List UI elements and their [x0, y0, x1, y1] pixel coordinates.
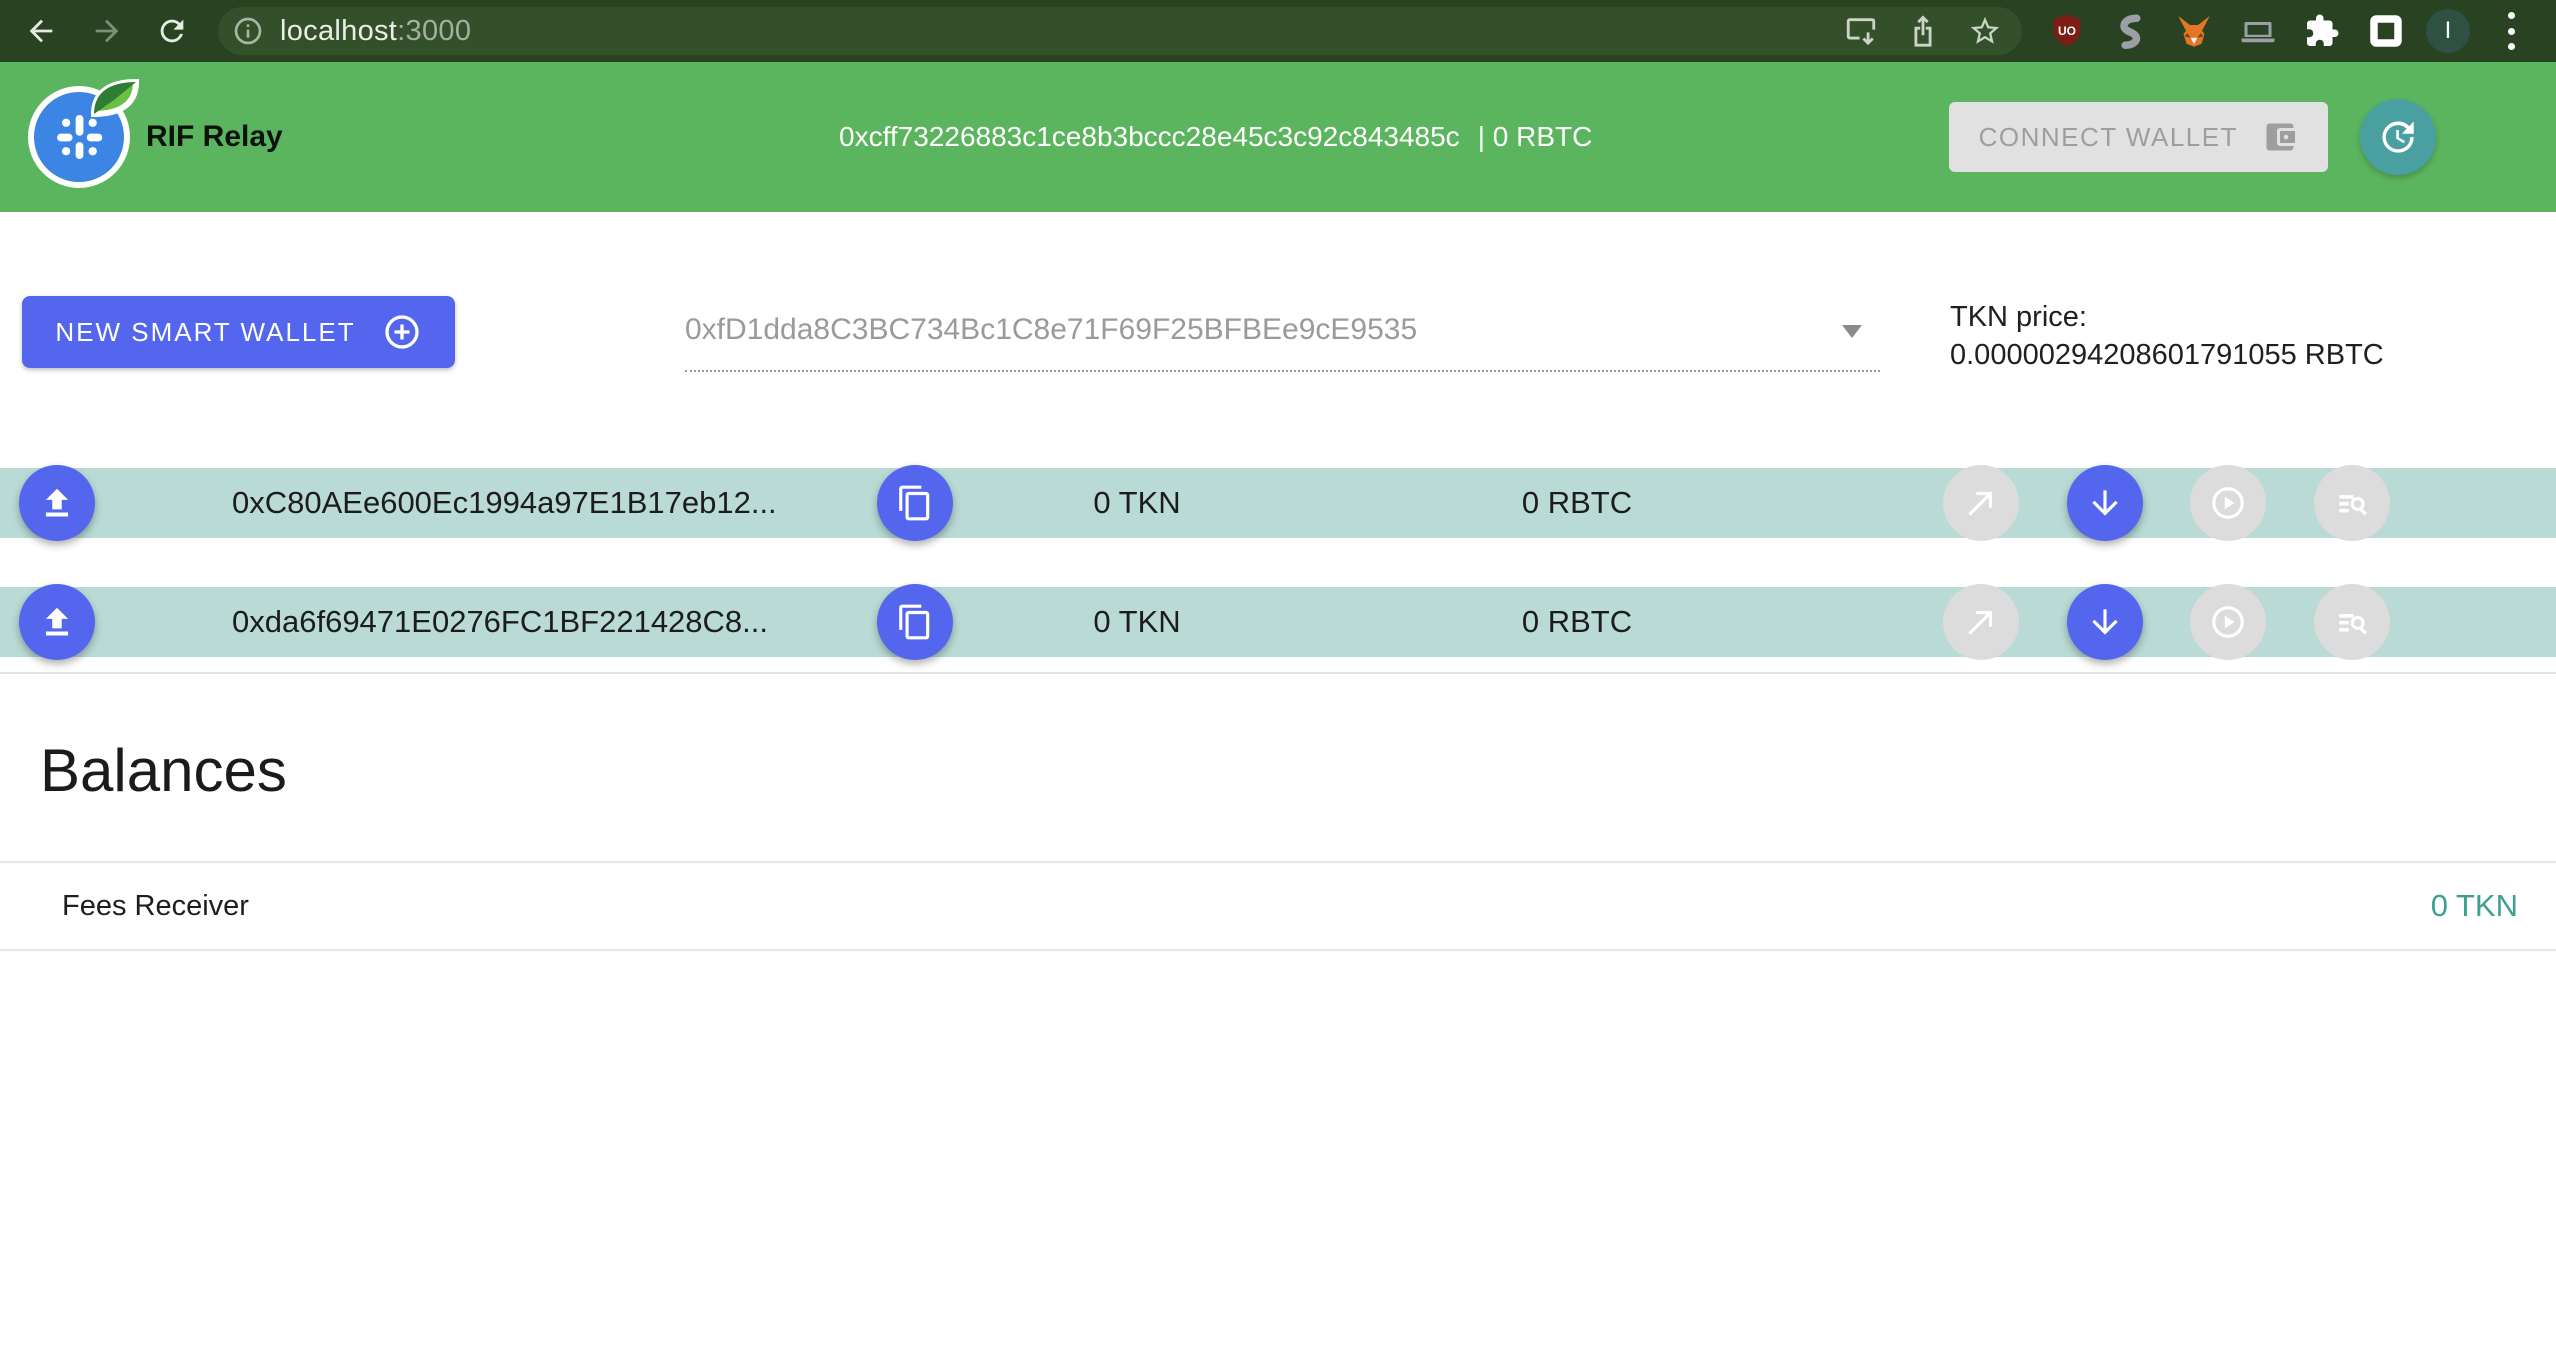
transfer-button[interactable]: [1943, 465, 2019, 541]
copy-address-button[interactable]: [877, 465, 953, 541]
fees-receiver-value: 0 TKN: [2431, 888, 2518, 924]
side-panel-icon[interactable]: [2366, 11, 2406, 51]
site-info-icon[interactable]: [232, 15, 264, 47]
forward-icon[interactable]: [89, 13, 125, 49]
wallet-rbtc-balance: 0 RBTC: [1467, 468, 1687, 538]
copy-icon: [896, 603, 934, 641]
copy-icon: [896, 484, 934, 522]
main-content: NEW SMART WALLET 0xfD1dda8C3BC734Bc1C8e7…: [0, 212, 2556, 1350]
arrow-down-icon: [2086, 484, 2124, 522]
wallet-tkn-balance: 0 TKN: [1027, 468, 1247, 538]
smart-wallet-row: 0xda6f69471E0276FC1BF221428C8... 0 TKN 0…: [0, 587, 2556, 657]
ublock-extension-icon[interactable]: [2047, 11, 2087, 51]
app-title: RIF Relay: [146, 120, 283, 154]
play-circle-icon: [2209, 603, 2247, 641]
app-header: RIF Relay 0xcff73226883c1ce8b3bccc28e45c…: [0, 62, 2556, 212]
extensions-puzzle-icon[interactable]: [2302, 11, 2342, 51]
search-transactions-button[interactable]: [2314, 584, 2390, 660]
fees-receiver-row: Fees Receiver 0 TKN: [0, 861, 2556, 951]
upload-icon: [38, 484, 76, 522]
wallet-select-value: 0xfD1dda8C3BC734Bc1C8e71F69F25BFBEe9cE95…: [685, 307, 1880, 353]
refresh-clock-icon: [2377, 116, 2419, 158]
add-circle-icon: [382, 312, 422, 352]
connect-wallet-button[interactable]: CONNECT WALLET: [1949, 102, 2328, 172]
token-price-label: TKN price:: [1950, 298, 2384, 336]
upload-icon: [38, 603, 76, 641]
url-text: localhost:3000: [280, 15, 471, 48]
install-app-icon[interactable]: [1844, 14, 1878, 48]
receive-button[interactable]: [2067, 584, 2143, 660]
arrow-down-icon: [2086, 603, 2124, 641]
token-price-value: 0.00000294208601791055 RBTC: [1950, 336, 2384, 374]
chevron-down-icon: [1842, 325, 1862, 338]
execute-button[interactable]: [2190, 584, 2266, 660]
balances-title: Balances: [40, 736, 287, 805]
laptop-extension-icon[interactable]: [2238, 11, 2278, 51]
load-funds-button[interactable]: [19, 465, 95, 541]
wallet-rbtc-balance: 0 RBTC: [1467, 587, 1687, 657]
bookmark-star-icon[interactable]: [1968, 14, 2002, 48]
wallet-icon: [2262, 119, 2298, 155]
share-icon[interactable]: [1906, 14, 1940, 48]
account-address: 0xcff73226883c1ce8b3bccc28e45c3c92c84348…: [839, 121, 1460, 153]
profile-avatar[interactable]: I: [2426, 9, 2470, 53]
play-circle-icon: [2209, 484, 2247, 522]
reload-icon[interactable]: [154, 13, 190, 49]
receive-button[interactable]: [2067, 465, 2143, 541]
smart-wallet-address: 0xda6f69471E0276FC1BF221428C8...: [232, 587, 768, 657]
wallet-tkn-balance: 0 TKN: [1027, 587, 1247, 657]
account-balance: | 0 RBTC: [1478, 121, 1593, 153]
copy-address-button[interactable]: [877, 584, 953, 660]
rif-relay-logo: [28, 86, 130, 188]
transfer-button[interactable]: [1943, 584, 2019, 660]
browser-toolbar: localhost:3000 I: [0, 0, 2556, 62]
smart-wallet-row: 0xC80AEe600Ec1994a97E1B17eb12... 0 TKN 0…: [0, 468, 2556, 538]
list-search-icon: [2333, 603, 2371, 641]
fees-receiver-label: Fees Receiver: [62, 890, 249, 923]
metamask-extension-icon[interactable]: [2174, 11, 2214, 51]
s-extension-icon[interactable]: [2110, 11, 2150, 51]
browser-menu-icon[interactable]: [2502, 12, 2520, 50]
execute-button[interactable]: [2190, 465, 2266, 541]
back-icon[interactable]: [23, 13, 59, 49]
section-divider: [0, 672, 2556, 674]
smart-wallet-address: 0xC80AEe600Ec1994a97E1B17eb12...: [232, 468, 777, 538]
load-funds-button[interactable]: [19, 584, 95, 660]
arrow-up-right-icon: [1962, 484, 2000, 522]
list-search-icon: [2333, 484, 2371, 522]
account-summary: 0xcff73226883c1ce8b3bccc28e45c3c92c84348…: [483, 121, 1949, 153]
search-transactions-button[interactable]: [2314, 465, 2390, 541]
wallet-select[interactable]: 0xfD1dda8C3BC734Bc1C8e71F69F25BFBEe9cE95…: [685, 307, 1880, 372]
new-smart-wallet-button[interactable]: NEW SMART WALLET: [22, 296, 455, 368]
leaf-icon: [88, 76, 144, 124]
address-bar[interactable]: localhost:3000: [218, 7, 2022, 55]
arrow-up-right-icon: [1962, 603, 2000, 641]
token-price: TKN price: 0.00000294208601791055 RBTC: [1950, 298, 2384, 374]
refresh-button[interactable]: [2360, 99, 2436, 175]
